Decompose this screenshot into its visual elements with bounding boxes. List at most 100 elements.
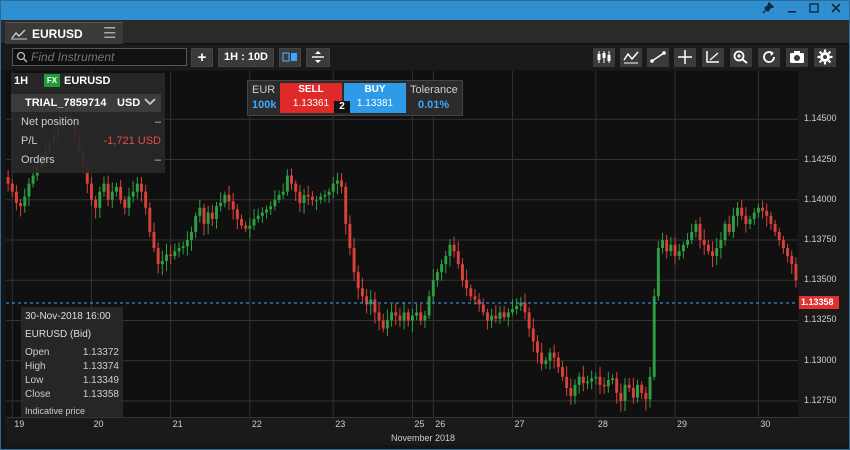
candle[interactable]: [648, 376, 652, 400]
gear-icon[interactable]: [814, 48, 836, 67]
candle[interactable]: [777, 231, 781, 240]
candle[interactable]: [265, 209, 268, 213]
candle[interactable]: [602, 384, 606, 387]
candle[interactable]: [385, 320, 389, 329]
candle[interactable]: [485, 312, 489, 321]
candle[interactable]: [469, 288, 473, 297]
candle[interactable]: [327, 191, 331, 195]
candle[interactable]: [631, 388, 635, 398]
candle[interactable]: [269, 206, 273, 210]
candle[interactable]: [240, 219, 243, 226]
candle[interactable]: [794, 264, 798, 281]
candle[interactable]: [773, 223, 777, 232]
candle[interactable]: [398, 315, 402, 321]
account-selector[interactable]: TRIAL_7859714 USD: [11, 94, 161, 112]
candle[interactable]: [377, 312, 381, 321]
candle[interactable]: [577, 376, 581, 385]
tab-eurusd[interactable]: EURUSD ☰: [5, 22, 123, 44]
candle[interactable]: [406, 312, 410, 321]
candle[interactable]: [581, 376, 585, 384]
candle[interactable]: [123, 199, 127, 208]
candle[interactable]: [644, 392, 648, 400]
hamburger-icon[interactable]: ☰: [103, 24, 116, 42]
candle[interactable]: [106, 183, 110, 200]
candle[interactable]: [202, 207, 206, 224]
candle[interactable]: [131, 191, 135, 197]
candle[interactable]: [177, 248, 181, 252]
candle[interactable]: [231, 201, 235, 210]
candle[interactable]: [460, 264, 464, 281]
candle[interactable]: [319, 196, 323, 200]
sell-button[interactable]: SELL 1.13361: [280, 83, 342, 113]
candle[interactable]: [544, 360, 548, 364]
candle[interactable]: [519, 302, 523, 306]
candle[interactable]: [686, 239, 689, 245]
scale-adjust-icon[interactable]: [306, 48, 330, 67]
draw-tools-icon[interactable]: [702, 48, 724, 67]
candle[interactable]: [698, 223, 702, 240]
candle[interactable]: [623, 384, 627, 401]
buy-button[interactable]: BUY 1.13381: [344, 83, 406, 113]
candle[interactable]: [719, 239, 723, 249]
candle[interactable]: [636, 384, 639, 398]
candle[interactable]: [490, 315, 494, 321]
candle[interactable]: [444, 256, 448, 265]
zoom-icon[interactable]: [730, 48, 752, 67]
candle[interactable]: [140, 183, 143, 192]
candle[interactable]: [435, 272, 439, 281]
candle[interactable]: [606, 379, 610, 387]
candle[interactable]: [19, 202, 23, 207]
candle[interactable]: [185, 239, 189, 247]
candle[interactable]: [781, 239, 785, 249]
candle[interactable]: [598, 376, 602, 385]
candle[interactable]: [423, 315, 427, 321]
candle[interactable]: [769, 215, 773, 224]
candle[interactable]: [727, 223, 731, 232]
candle[interactable]: [248, 225, 252, 229]
candle[interactable]: [119, 186, 123, 200]
candle[interactable]: [331, 183, 335, 192]
drawing-line-icon[interactable]: [647, 48, 669, 67]
candle[interactable]: [706, 244, 710, 252]
candle[interactable]: [194, 215, 198, 232]
candle[interactable]: [198, 207, 202, 216]
candle[interactable]: [756, 207, 760, 213]
candle[interactable]: [102, 183, 106, 192]
candle[interactable]: [427, 296, 431, 316]
candle[interactable]: [298, 191, 302, 203]
candle[interactable]: [206, 212, 210, 224]
candle[interactable]: [219, 202, 223, 207]
candle[interactable]: [498, 312, 502, 319]
candles-icon[interactable]: [593, 48, 615, 67]
minimize-icon[interactable]: [781, 2, 803, 18]
candle[interactable]: [619, 392, 623, 401]
candle[interactable]: [694, 223, 698, 232]
candle[interactable]: [465, 280, 469, 289]
candle[interactable]: [294, 183, 298, 192]
candle[interactable]: [27, 183, 31, 197]
candle[interactable]: [390, 312, 394, 321]
candle[interactable]: [611, 378, 614, 380]
candle[interactable]: [244, 225, 248, 229]
candle[interactable]: [740, 207, 744, 216]
candle[interactable]: [736, 207, 740, 216]
layout-toggle-icon[interactable]: [279, 48, 301, 67]
candle[interactable]: [160, 260, 164, 265]
candle[interactable]: [711, 251, 715, 257]
candle[interactable]: [256, 215, 260, 220]
candle[interactable]: [752, 212, 756, 220]
candle[interactable]: [515, 305, 519, 310]
candle[interactable]: [356, 272, 360, 289]
candle[interactable]: [506, 312, 510, 318]
maximize-icon[interactable]: [803, 2, 825, 18]
candle[interactable]: [761, 207, 765, 212]
candle[interactable]: [277, 194, 281, 200]
candle[interactable]: [173, 251, 177, 257]
candle[interactable]: [561, 367, 564, 377]
candle[interactable]: [536, 341, 539, 353]
candle[interactable]: [110, 191, 114, 200]
candle[interactable]: [540, 352, 544, 364]
candle[interactable]: [223, 194, 227, 203]
candle[interactable]: [169, 254, 173, 257]
candle[interactable]: [452, 244, 456, 252]
